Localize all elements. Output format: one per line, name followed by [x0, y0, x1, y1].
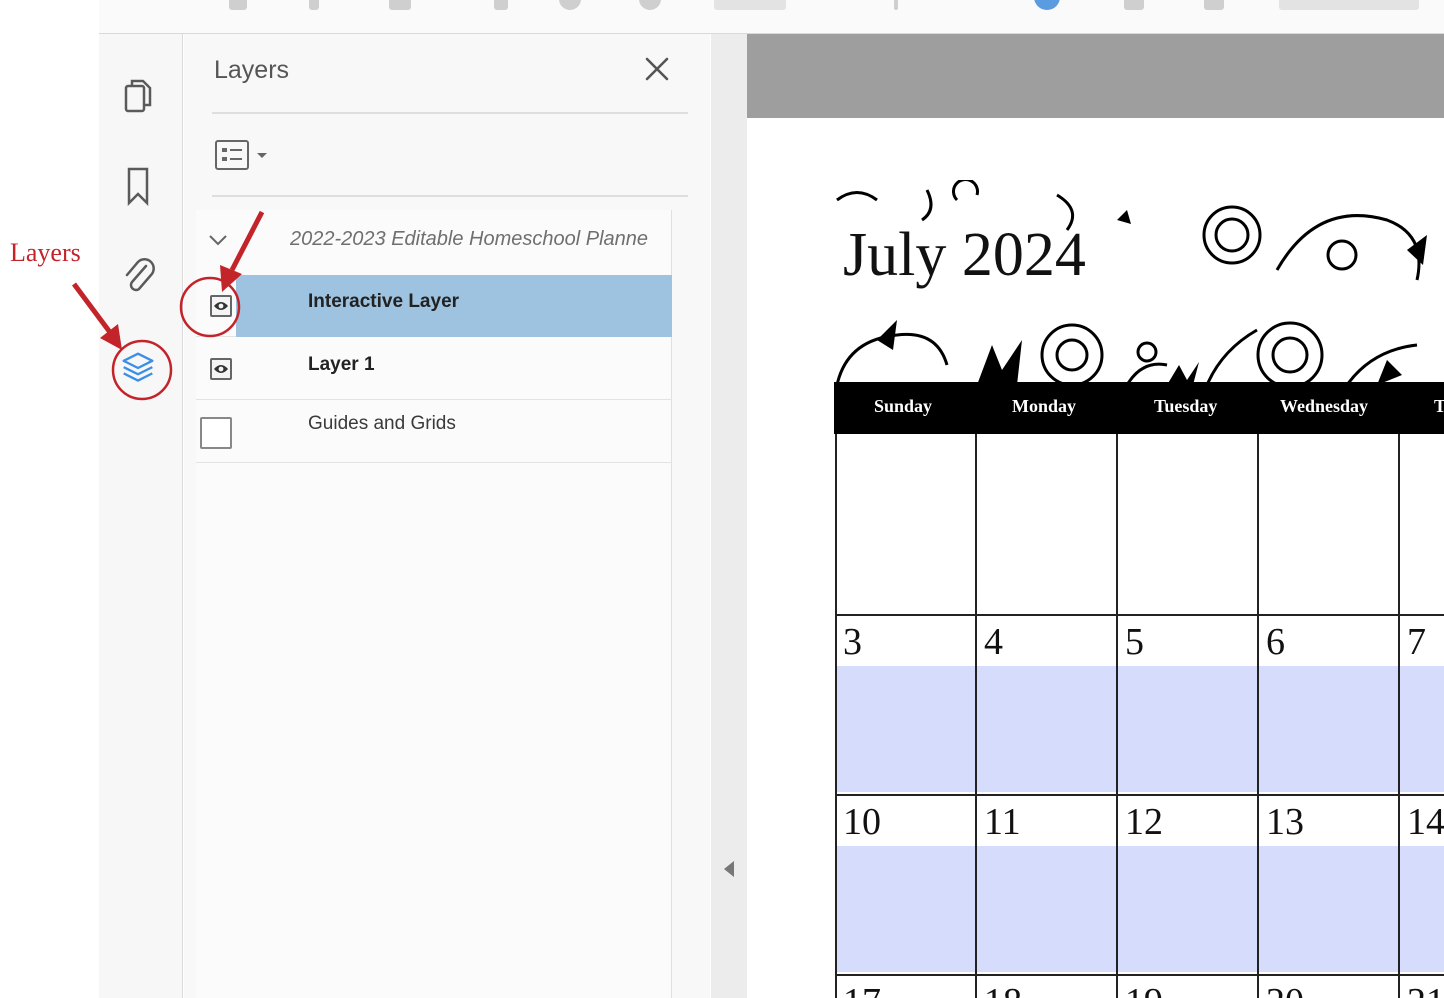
chevron-down-icon — [209, 235, 227, 246]
document-view[interactable]: July 2024 Sunday Monday Tuesday Wednesda… — [747, 34, 1444, 998]
calendar-grid: 3 4 5 6 7 10 11 12 13 14 17 18 19 20 21 — [835, 434, 1444, 998]
day-number[interactable]: 19 — [1125, 980, 1163, 998]
toolbar-button[interactable] — [229, 0, 247, 10]
weekday-label: Monday — [1012, 396, 1077, 416]
calendar-title: July 2024 — [843, 221, 1086, 289]
day-number[interactable]: 20 — [1266, 980, 1304, 998]
day-number[interactable]: 4 — [984, 620, 1003, 664]
panel-splitter[interactable] — [711, 34, 747, 998]
grid-line — [835, 614, 1444, 616]
attachment-icon[interactable] — [121, 254, 155, 294]
grid-line — [975, 434, 977, 998]
toolbar-separator — [894, 0, 898, 10]
day-number[interactable]: 11 — [984, 800, 1021, 844]
document-node[interactable]: 2022-2023 Editable Homeschool Planne — [196, 210, 672, 268]
pages-icon[interactable] — [121, 76, 155, 116]
toolbar-button[interactable] — [1204, 0, 1224, 10]
day-number[interactable]: 3 — [843, 620, 862, 664]
layer-row-interactive-layer[interactable]: Interactive Layer — [196, 275, 672, 337]
toolbar-button[interactable] — [639, 0, 661, 10]
eye-icon — [214, 365, 228, 373]
grid-line — [835, 434, 837, 998]
weekday-label: Tuesday — [1154, 396, 1218, 416]
layer-row-layer-1[interactable]: Layer 1 — [196, 338, 672, 400]
collapse-panel-arrow-icon[interactable] — [724, 861, 734, 877]
layer-row-guides-and-grids[interactable]: Guides and Grids — [196, 401, 672, 463]
grid-line — [1257, 434, 1259, 998]
navigation-rail — [99, 34, 183, 998]
eye-icon — [214, 302, 228, 310]
day-number[interactable]: 12 — [1125, 800, 1163, 844]
layers-panel: Layers 2022-2023 Editable Homeschool Pla… — [184, 34, 710, 998]
weekday-header: Sunday Monday Tuesday Wednesday T — [834, 382, 1444, 434]
toolbar-button[interactable] — [1124, 0, 1144, 10]
weekday-label: T — [1434, 396, 1444, 416]
day-number[interactable]: 6 — [1266, 620, 1285, 664]
toolbar-field[interactable] — [1279, 0, 1419, 10]
toolbar-button[interactable] — [1034, 0, 1060, 10]
toolbar-field[interactable] — [714, 0, 786, 10]
toolbar-button[interactable] — [559, 0, 581, 10]
top-toolbar — [99, 0, 1444, 34]
grid-line — [835, 974, 1444, 976]
grid-line — [1116, 434, 1118, 998]
toolbar-button[interactable] — [494, 0, 508, 10]
day-number[interactable]: 14 — [1407, 800, 1444, 844]
visibility-toggle[interactable] — [210, 358, 232, 380]
layer-name: Layer 1 — [308, 354, 375, 375]
week-row-shading — [837, 666, 1444, 792]
visibility-toggle[interactable] — [200, 417, 232, 449]
annotation-label: Layers — [10, 238, 81, 267]
weekday-label: Wednesday — [1280, 396, 1369, 416]
close-icon — [645, 57, 669, 81]
panel-divider — [212, 112, 688, 114]
day-number[interactable]: 7 — [1407, 620, 1426, 664]
layer-tree: 2022-2023 Editable Homeschool Planne Int… — [196, 210, 672, 998]
toolbar-button[interactable] — [389, 0, 411, 10]
grid-line — [1398, 434, 1400, 998]
day-number[interactable]: 13 — [1266, 800, 1304, 844]
layer-name: Interactive Layer — [308, 291, 460, 312]
panel-title: Layers — [214, 56, 290, 84]
grid-line — [835, 794, 1444, 796]
day-number[interactable]: 21 — [1407, 980, 1444, 998]
visibility-toggle[interactable] — [210, 295, 232, 317]
chevron-down-icon — [257, 153, 267, 158]
page-gap — [747, 34, 1444, 118]
list-options-icon — [215, 140, 249, 170]
toolbar-button[interactable] — [309, 0, 319, 10]
day-number[interactable]: 5 — [1125, 620, 1144, 664]
document-name: 2022-2023 Editable Homeschool Planne — [290, 228, 649, 250]
layer-options-button[interactable] — [214, 138, 282, 172]
day-number[interactable]: 10 — [843, 800, 881, 844]
day-number[interactable]: 18 — [984, 980, 1022, 998]
close-panel-button[interactable] — [642, 54, 672, 84]
week-row-shading — [837, 846, 1444, 972]
weekday-label: Sunday — [874, 396, 933, 416]
bookmark-icon[interactable] — [121, 166, 155, 206]
day-number[interactable]: 17 — [843, 980, 881, 998]
panel-divider — [212, 195, 688, 197]
layers-icon[interactable] — [121, 348, 155, 388]
layer-name: Guides and Grids — [308, 413, 456, 434]
